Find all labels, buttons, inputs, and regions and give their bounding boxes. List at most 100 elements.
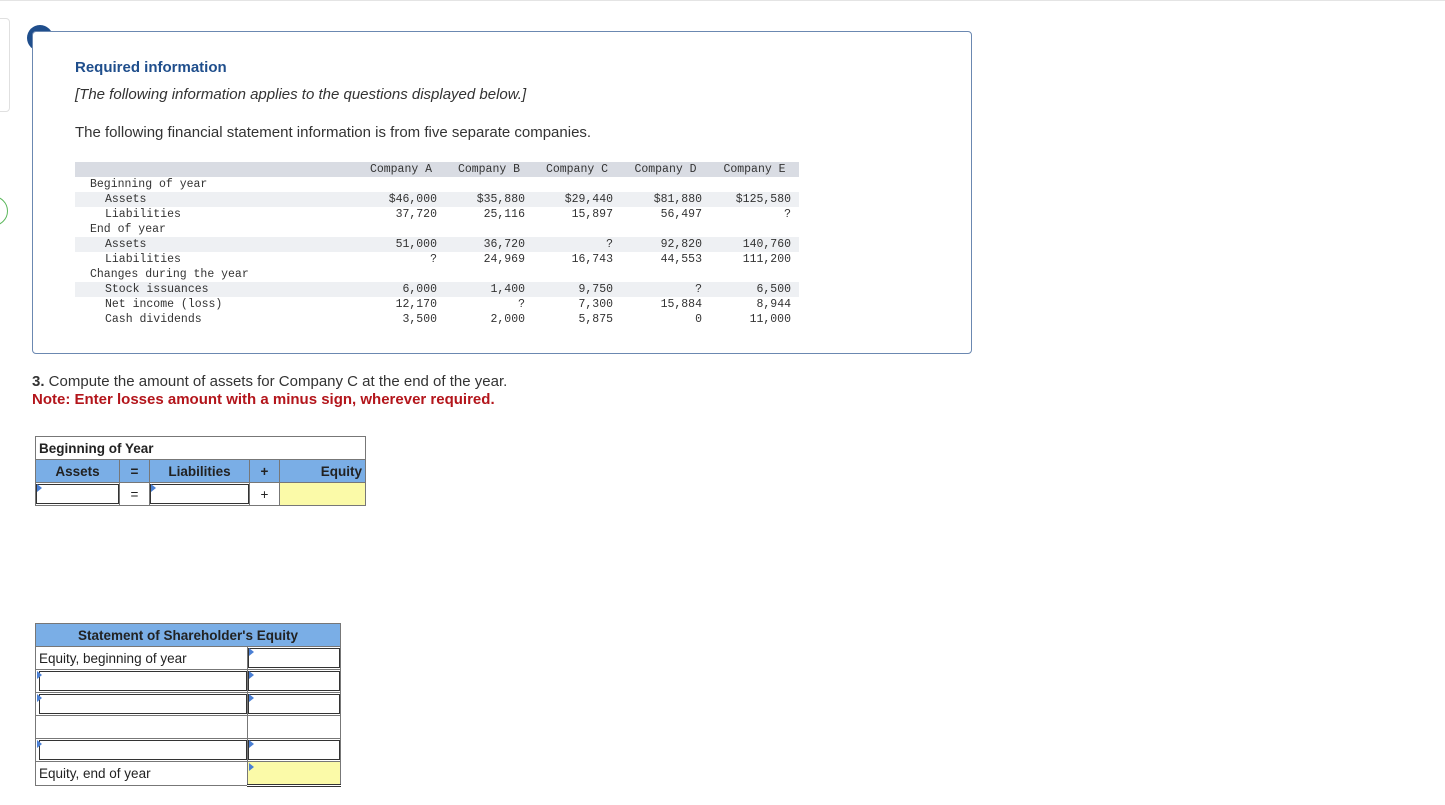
table-row: End of year [75, 222, 799, 237]
table-cell: ? [784, 208, 791, 221]
row-label: Liabilities [105, 253, 181, 266]
soe-row: Equity, beginning of year [35, 646, 341, 670]
soe-row [35, 715, 341, 739]
table-header-row: Company A Company B Company C Company D … [75, 162, 799, 177]
table-cell: 37,720 [395, 208, 437, 221]
row-label: Beginning of year [90, 178, 208, 191]
table-cell [357, 267, 445, 282]
table-cell: 5,875 [578, 313, 613, 326]
table-cell [445, 177, 533, 192]
question-body: Compute the amount of assets for Company… [44, 373, 508, 390]
soe-blank-value [247, 715, 341, 739]
equation-input-row: = + [35, 482, 366, 506]
table-cell: 51,000 [357, 237, 445, 252]
equation-header-row: Assets = Liabilities + Equity [35, 459, 366, 483]
soe-end-label: Equity, end of year [35, 761, 248, 786]
table-cell: 111,200 [742, 253, 791, 266]
table-row: Stock issuances 6,000 1,400 9,750? 6,500 [75, 282, 799, 297]
soe-title: Statement of Shareholder's Equity [35, 623, 341, 647]
soe-row [35, 738, 341, 762]
table-row: Assets $46,000 $35,880 $29,440 $81,880 $125,5… [75, 192, 799, 207]
table-cell: ? [621, 282, 710, 297]
input-marker-icon [151, 484, 156, 492]
soe-row [35, 669, 341, 693]
shareholders-equity-table: Statement of Shareholder's Equity Equity… [35, 623, 341, 787]
table-row: Liabilities 37,720 25,116 15,897 56,497? [75, 207, 799, 222]
table-cell [710, 267, 799, 282]
input-marker-icon [249, 763, 254, 771]
plus-sign: + [249, 482, 280, 506]
row-label: Net income (loss) [105, 298, 223, 311]
equals-sign: = [119, 459, 150, 483]
assets-input[interactable] [36, 484, 119, 504]
financial-table: Company A Company B Company C Company D … [75, 162, 799, 327]
soe-label-input-3[interactable] [39, 740, 247, 760]
soe-label-input-2[interactable] [39, 694, 247, 714]
input-marker-icon [249, 694, 254, 702]
status-circle [0, 196, 8, 226]
row-label: Cash dividends [105, 313, 202, 326]
table-row: Liabilities? 24,969 16,743 44,553 111,200 [75, 252, 799, 267]
table-cell: 6,000 [357, 282, 445, 297]
input-marker-icon [37, 484, 42, 492]
col-header: Company A [357, 162, 445, 177]
row-label: End of year [90, 223, 166, 236]
table-cell: 11,000 [749, 313, 791, 326]
equals-sign: = [119, 482, 150, 506]
top-divider [0, 0, 1445, 1]
required-info-title: Required information [75, 59, 227, 76]
soe-label-input-1[interactable] [39, 671, 247, 691]
soe-header-row: Statement of Shareholder's Equity [35, 623, 341, 647]
table-header-blank [75, 162, 357, 177]
equation-caption: Beginning of Year [35, 436, 366, 460]
table-cell: 3,500 [402, 313, 437, 326]
soe-end-cell [247, 761, 341, 787]
table-cell: 56,497 [660, 208, 702, 221]
table-cell: 8,944 [756, 298, 791, 311]
col-header: Company E [710, 162, 799, 177]
row-label: Liabilities [105, 208, 181, 221]
liabilities-input[interactable] [150, 484, 249, 504]
row-label: Stock issuances [75, 282, 357, 297]
table-row: Beginning of year [75, 177, 799, 192]
table-cell: 2,000 [490, 313, 525, 326]
soe-blank-label [35, 715, 248, 739]
table-cell: $29,440 [533, 192, 621, 207]
table-cell [533, 267, 621, 282]
equity-result-cell [279, 482, 366, 506]
table-cell [533, 222, 621, 237]
table-cell: 15,897 [571, 208, 613, 221]
soe-begin-input[interactable] [248, 648, 340, 668]
table-row: Net income (loss) 12,170? 7,300 15,884 8,944 [75, 297, 799, 312]
soe-label-cell [35, 692, 248, 716]
row-label: Changes during the year [90, 268, 249, 281]
table-row: Changes during the year [75, 267, 799, 282]
table-cell: 92,820 [621, 237, 710, 252]
row-label: Assets [75, 237, 357, 252]
table-row: Cash dividends 3,500 2,000 5,875 0 11,000 [75, 312, 799, 327]
required-info-box: Required information [The following info… [32, 31, 972, 354]
equation-caption-row: Beginning of Year [35, 436, 366, 460]
input-marker-icon [249, 671, 254, 679]
soe-value-input-3[interactable] [248, 740, 340, 760]
table-cell: 25,116 [483, 208, 525, 221]
input-marker-icon [37, 740, 42, 748]
soe-value-input-1[interactable] [248, 671, 340, 691]
table-cell: $46,000 [357, 192, 445, 207]
table-cell: 16,743 [571, 253, 613, 266]
soe-label-cell [35, 669, 248, 693]
question-text: 3. Compute the amount of assets for Comp… [32, 373, 507, 390]
table-cell [621, 177, 710, 192]
left-panel-edge [0, 18, 10, 112]
table-cell [445, 267, 533, 282]
table-cell [621, 267, 710, 282]
required-info-description: The following financial statement inform… [75, 124, 592, 141]
table-cell: 9,750 [533, 282, 621, 297]
soe-value-cell [247, 692, 341, 716]
plus-sign: + [249, 459, 280, 483]
col-header: Company B [445, 162, 533, 177]
required-info-note: [The following information applies to th… [75, 86, 527, 103]
table-cell: 6,500 [710, 282, 799, 297]
soe-value-input-2[interactable] [248, 694, 340, 714]
soe-begin-cell [247, 646, 341, 670]
